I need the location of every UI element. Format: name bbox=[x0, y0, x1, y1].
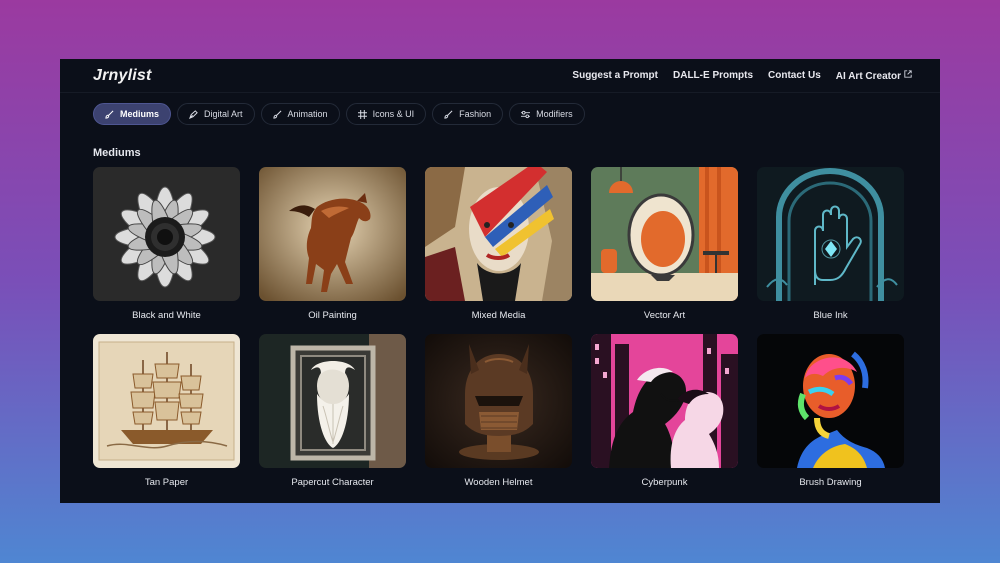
card-tan-paper[interactable]: Tan Paper bbox=[93, 334, 240, 488]
tab-fashion[interactable]: Fashion bbox=[432, 103, 504, 125]
external-link-icon bbox=[904, 69, 912, 78]
section-title: Mediums bbox=[93, 147, 141, 159]
nav-link-dalle-prompts[interactable]: DALL-E Prompts bbox=[673, 70, 753, 81]
card-vector-art[interactable]: Vector Art bbox=[591, 167, 738, 321]
cyberpunk-couple-image bbox=[591, 334, 738, 468]
card-wooden-helmet[interactable]: Wooden Helmet bbox=[425, 334, 572, 488]
logo[interactable]: Jrnylist bbox=[93, 67, 152, 85]
medium-grid: Black and White Oil Painting Mixed Media… bbox=[93, 167, 940, 488]
tab-label: Digital Art bbox=[204, 109, 243, 119]
card-thumbnail bbox=[425, 167, 572, 301]
tab-animation[interactable]: Animation bbox=[260, 103, 340, 125]
tab-label: Fashion bbox=[459, 109, 492, 119]
tab-label: Icons & UI bbox=[372, 109, 415, 119]
sunflower-image bbox=[93, 167, 240, 301]
nav-link-ai-art-creator-label: AI Art Creator bbox=[835, 70, 901, 82]
card-label: Tan Paper bbox=[144, 477, 189, 488]
wooden-helmet-image bbox=[425, 334, 572, 468]
tab-modifiers[interactable]: Modifiers bbox=[509, 103, 585, 125]
nav-link-ai-art-creator[interactable]: AI Art Creator bbox=[835, 69, 912, 82]
frame-icon bbox=[357, 109, 367, 119]
card-mixed-media[interactable]: Mixed Media bbox=[425, 167, 572, 321]
card-black-and-white[interactable]: Black and White bbox=[93, 167, 240, 321]
card-thumbnail bbox=[259, 334, 406, 468]
painted-face-image bbox=[757, 334, 904, 468]
card-thumbnail bbox=[425, 334, 572, 468]
brush-icon bbox=[444, 110, 453, 119]
card-papercut-character[interactable]: Papercut Character bbox=[259, 334, 406, 488]
card-thumbnail bbox=[591, 167, 738, 301]
card-thumbnail bbox=[757, 334, 904, 468]
nav-links: Suggest a Prompt DALL-E Prompts Contact … bbox=[572, 69, 912, 82]
brush-icon bbox=[272, 110, 281, 119]
ornate-hand-image bbox=[757, 167, 904, 301]
sliders-icon bbox=[521, 110, 531, 118]
card-label: Wooden Helmet bbox=[464, 477, 533, 488]
ship-sketch-image bbox=[93, 334, 240, 468]
tab-label: Modifiers bbox=[536, 109, 573, 119]
card-thumbnail bbox=[757, 167, 904, 301]
card-label: Papercut Character bbox=[291, 477, 374, 488]
card-label: Blue Ink bbox=[813, 310, 848, 321]
card-label: Brush Drawing bbox=[799, 477, 862, 488]
card-thumbnail bbox=[591, 334, 738, 468]
card-label: Vector Art bbox=[643, 310, 686, 321]
card-blue-ink[interactable]: Blue Ink bbox=[757, 167, 904, 321]
card-thumbnail bbox=[259, 167, 406, 301]
brush-icon bbox=[105, 110, 114, 119]
category-tabs: Mediums Digital Art Animation Icons & UI… bbox=[60, 93, 940, 125]
tab-label: Mediums bbox=[120, 109, 160, 119]
card-thumbnail bbox=[93, 167, 240, 301]
card-label: Cyberpunk bbox=[641, 477, 688, 488]
tab-digital-art[interactable]: Digital Art bbox=[177, 103, 255, 125]
pen-icon bbox=[189, 109, 198, 119]
horse-painting-image bbox=[259, 167, 406, 301]
tab-icons-ui[interactable]: Icons & UI bbox=[345, 103, 427, 125]
papercut-portrait-image bbox=[259, 334, 406, 468]
card-label: Black and White bbox=[132, 310, 201, 321]
collage-face-image bbox=[425, 167, 572, 301]
card-brush-drawing[interactable]: Brush Drawing bbox=[757, 334, 904, 488]
card-label: Mixed Media bbox=[471, 310, 526, 321]
app-window: Jrnylist Suggest a Prompt DALL-E Prompts… bbox=[60, 59, 940, 503]
nav-link-suggest-prompt[interactable]: Suggest a Prompt bbox=[572, 70, 658, 81]
card-cyberpunk[interactable]: Cyberpunk bbox=[591, 334, 738, 488]
card-thumbnail bbox=[93, 334, 240, 468]
card-label: Oil Painting bbox=[308, 310, 357, 321]
egg-chair-image bbox=[591, 167, 738, 301]
top-navigation: Jrnylist Suggest a Prompt DALL-E Prompts… bbox=[60, 59, 940, 93]
tab-label: Animation bbox=[287, 109, 328, 119]
card-oil-painting[interactable]: Oil Painting bbox=[259, 167, 406, 321]
nav-link-contact-us[interactable]: Contact Us bbox=[768, 70, 821, 81]
tab-mediums[interactable]: Mediums bbox=[93, 103, 172, 125]
